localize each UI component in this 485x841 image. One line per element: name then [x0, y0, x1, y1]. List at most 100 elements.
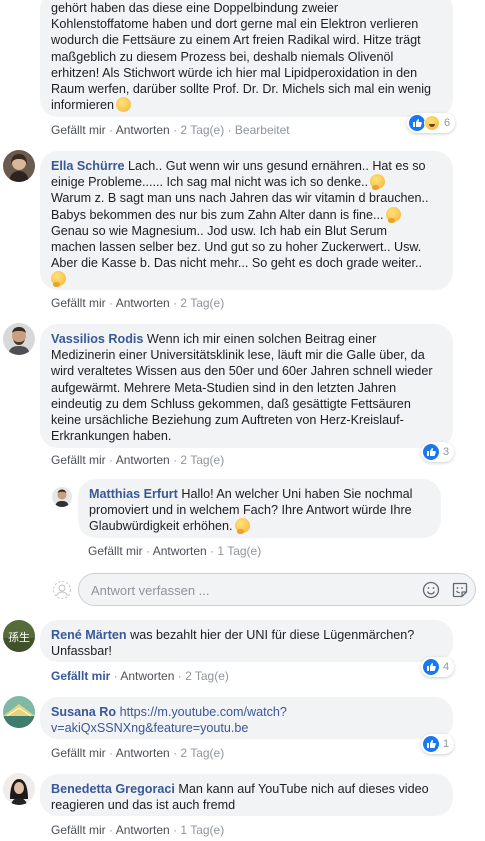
- comment-text: machen lassen selber bez. Und gut so zu …: [51, 240, 422, 255]
- separator: ·: [109, 453, 114, 467]
- comment-time[interactable]: 1 Tag(e): [217, 544, 261, 558]
- comment-text: Erkrankungen haben.: [51, 429, 172, 444]
- comment-text: Warum z. B sagt man uns nach Jahren das …: [51, 191, 429, 206]
- youtube-link[interactable]: https://m.youtube.com/watch?: [120, 705, 287, 719]
- avatar[interactable]: [3, 323, 35, 355]
- reaction-count: 1: [443, 738, 450, 750]
- reply-link[interactable]: Antworten: [116, 123, 170, 137]
- like-link[interactable]: Gefällt mir: [51, 823, 106, 837]
- reaction-summary[interactable]: 1: [421, 734, 455, 754]
- comment-text: gehört haben das diese eine Doppelbindun…: [51, 1, 339, 15]
- comment-author[interactable]: Vassilios Rodis: [51, 332, 143, 346]
- avatar[interactable]: [3, 696, 35, 728]
- comment-text: Man kann auf YouTube nich auf dieses vid…: [178, 782, 429, 796]
- comment-text: aufgewärmt. Mehrere Meta-Studien sind in…: [51, 380, 397, 395]
- comment-text: Medizinerin einer Universitätsklinik les…: [51, 348, 425, 363]
- comment-text: wird veraltetes Wissen aus den 50er und …: [51, 364, 433, 379]
- comment-text: maßgeblich zu diesem Prozess bei, deshal…: [51, 49, 394, 64]
- separator: ·: [210, 544, 215, 558]
- reaction-count: 4: [443, 661, 450, 673]
- comment-bubble: Ella Schürre Lach.. Gut wenn wir uns ges…: [40, 151, 453, 290]
- like-reaction-icon: [423, 444, 439, 460]
- comment-text: keine ursächliche Beziehung zum Auftrete…: [51, 413, 404, 428]
- comment-text: Hallo! An welcher Uni haben Sie nochmal: [181, 487, 413, 501]
- comment-actions: Gefällt mir · Antworten · 2 Tag(e): [51, 669, 229, 683]
- reply-link[interactable]: Antworten: [116, 453, 170, 467]
- comment-text: wodurch die Fettsäure zu einem Art freie…: [51, 33, 421, 48]
- comment-text: Kohlenstoffatome haben und dort gerne ma…: [51, 17, 419, 32]
- reply-input-box[interactable]: [78, 573, 476, 606]
- comment-text: Lach.. Gut wenn wir uns gesund ernähren.…: [128, 159, 426, 173]
- comment-time[interactable]: 2 Tag(e): [180, 123, 224, 137]
- comment-time[interactable]: 2 Tag(e): [180, 453, 224, 467]
- comment-actions: Gefällt mir · Antworten · 1 Tag(e): [88, 544, 261, 558]
- haha-reaction-icon: [424, 115, 440, 131]
- thinking-emoji-icon: [234, 518, 250, 535]
- separator: ·: [173, 123, 178, 137]
- thinking-emoji-icon: [51, 271, 66, 288]
- like-reaction-icon: [423, 659, 439, 675]
- like-link[interactable]: Gefällt mir: [51, 123, 106, 137]
- comment-actions: Gefällt mir · Antworten · 2 Tag(e): [51, 746, 224, 760]
- separator: ·: [109, 746, 114, 760]
- comment-author[interactable]: Susana Ro: [51, 705, 116, 719]
- comment-text: reagieren und das ist auch fremd: [51, 798, 236, 813]
- separator: ·: [146, 544, 151, 558]
- youtube-link[interactable]: v=akiQxSSNXng&feature=youtu.be: [51, 720, 442, 736]
- comment-text: erhitzen! Als Stichwort würde ich hier m…: [51, 65, 418, 80]
- reaction-count: 3: [443, 446, 450, 458]
- comment-bubble: René Märten was bezahlt hier der UNI für…: [40, 620, 453, 662]
- comment-text: eindeutig zu dem Schluss gekommen, daß g…: [51, 396, 411, 411]
- reaction-summary[interactable]: 6: [407, 113, 456, 133]
- like-link[interactable]: Gefällt mir: [51, 669, 110, 683]
- comment-author[interactable]: Ella Schürre: [51, 159, 125, 173]
- emoji-picker-icon[interactable]: [422, 581, 440, 599]
- comment-time[interactable]: 1 Tag(e): [180, 823, 224, 837]
- avatar[interactable]: [3, 150, 35, 182]
- reply-link[interactable]: Antworten: [116, 296, 170, 310]
- comment-bubble: Susana Ro https://m.youtube.com/watch? v…: [40, 697, 453, 739]
- edited-label[interactable]: Bearbeitet: [235, 123, 290, 137]
- separator: ·: [173, 453, 178, 467]
- reaction-summary[interactable]: 4: [421, 657, 455, 677]
- sticker-icon[interactable]: [451, 581, 469, 599]
- comment-author[interactable]: Matthias Erfurt: [89, 487, 178, 501]
- separator: ·: [109, 296, 114, 310]
- avatar[interactable]: [3, 773, 35, 805]
- comment-text: promoviert und in welchem Fach? Ihre Ant…: [89, 503, 412, 518]
- separator: ·: [113, 669, 118, 683]
- comment-author[interactable]: Benedetta Gregoraci: [51, 782, 175, 796]
- like-link[interactable]: Gefällt mir: [88, 544, 143, 558]
- reply-input[interactable]: [89, 580, 409, 600]
- comment-time[interactable]: 2 Tag(e): [185, 669, 229, 683]
- separator: ·: [173, 746, 178, 760]
- comment-text: Glaubwürdigkeit erhöhen.: [89, 519, 233, 534]
- comment-actions: Gefällt mir · Antworten · 2 Tag(e) · Bea…: [51, 123, 290, 137]
- like-link[interactable]: Gefällt mir: [51, 296, 106, 310]
- reply-link[interactable]: Antworten: [153, 544, 207, 558]
- reaction-summary[interactable]: 3: [421, 442, 455, 462]
- user-avatar-placeholder-icon: [52, 580, 72, 600]
- avatar[interactable]: [52, 487, 72, 507]
- smile-emoji-icon: [116, 97, 131, 113]
- reaction-count: 6: [444, 117, 451, 129]
- avatar[interactable]: 孫生: [3, 620, 35, 652]
- comment-bubble: gehört haben das diese eine Doppelbindun…: [40, 0, 453, 117]
- comment-text: was bezahlt hier der UNI für diese Lügen…: [130, 628, 415, 642]
- reply-link[interactable]: Antworten: [116, 823, 170, 837]
- comment-text: Unfassbar!: [51, 644, 112, 659]
- reply-link[interactable]: Antworten: [120, 669, 174, 683]
- comment-author[interactable]: René Märten: [51, 628, 127, 642]
- svg-text:孫生: 孫生: [8, 630, 30, 644]
- like-reaction-icon: [409, 115, 425, 131]
- separator: ·: [177, 669, 182, 683]
- separator: ·: [173, 823, 178, 837]
- comment-text: einige Probleme...... Ich sag mal nicht …: [51, 175, 369, 190]
- comment-time[interactable]: 2 Tag(e): [180, 296, 224, 310]
- separator: ·: [173, 296, 178, 310]
- like-link[interactable]: Gefällt mir: [51, 746, 106, 760]
- reply-link[interactable]: Antworten: [116, 746, 170, 760]
- like-link[interactable]: Gefällt mir: [51, 453, 106, 467]
- comment-time[interactable]: 2 Tag(e): [180, 746, 224, 760]
- separator: ·: [109, 823, 114, 837]
